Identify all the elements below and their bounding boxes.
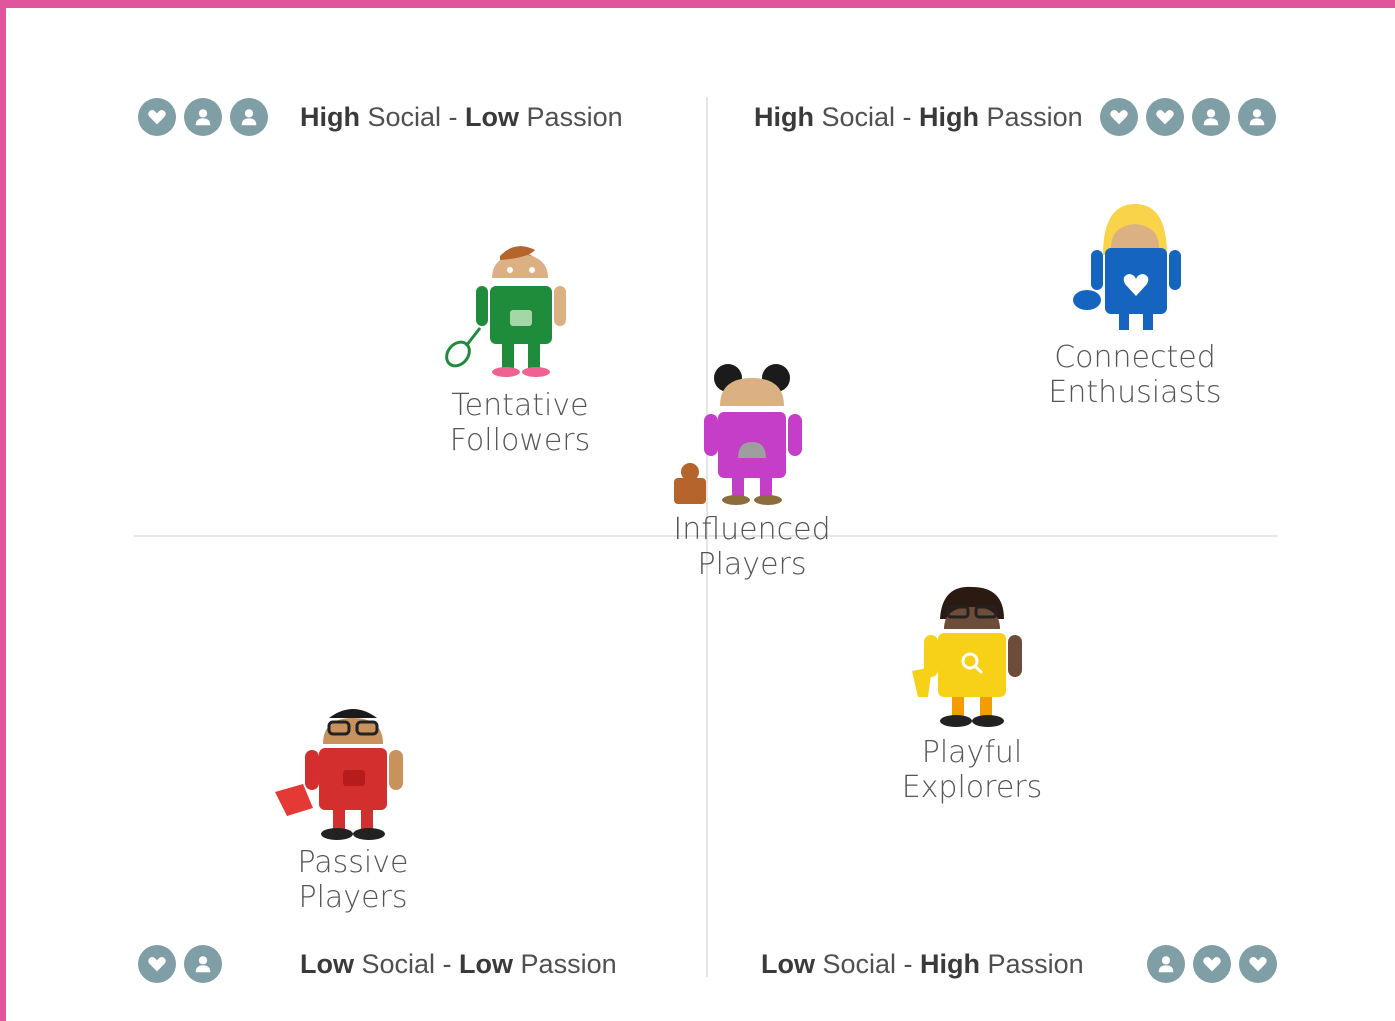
- android-figure-blue: [1073, 204, 1181, 330]
- heart-icon: [1146, 98, 1184, 136]
- frame-left-border: [0, 0, 6, 1021]
- persona-name: Connected Enthusiasts: [1048, 340, 1222, 410]
- quadrant-top-right-label: High Social - High Passion: [754, 102, 1083, 132]
- heart-icon: [138, 98, 176, 136]
- person-icon: [184, 945, 222, 983]
- persona-name: Passive Players: [297, 845, 409, 915]
- heart-icon: [1239, 945, 1277, 983]
- person-icon: [1192, 98, 1230, 136]
- persona-tentative-followers: Tentative Followers: [410, 238, 630, 458]
- persona-playful-explorers: Playful Explorers: [862, 585, 1082, 805]
- quadrant-bottom-right-icons: [1147, 945, 1277, 983]
- quadrant-top-right-icons: [1100, 98, 1276, 136]
- quadrant-bottom-left-icons: [138, 945, 222, 983]
- persona-name: Tentative Followers: [449, 388, 591, 458]
- persona-influenced-players: Influenced Players: [642, 362, 862, 582]
- android-figure-red: [275, 709, 403, 840]
- person-icon: [184, 98, 222, 136]
- frame-top-border: [0, 0, 1395, 8]
- quadrant-bottom-left-label: Low Social - Low Passion: [300, 949, 617, 979]
- quadrant-bottom-right-label: Low Social - High Passion: [761, 949, 1084, 979]
- person-icon: [1147, 945, 1185, 983]
- android-figure-green: [445, 246, 566, 377]
- person-icon: [1238, 98, 1276, 136]
- quadrant-top-left-icons: [138, 98, 268, 136]
- persona-connected-enthusiasts: Connected Enthusiasts: [1025, 200, 1245, 410]
- persona-name: Playful Explorers: [901, 735, 1043, 805]
- person-icon: [230, 98, 268, 136]
- heart-icon: [138, 945, 176, 983]
- persona-passive-players: Passive Players: [243, 700, 463, 915]
- heart-icon: [1100, 98, 1138, 136]
- android-figure-yellow: [912, 586, 1022, 727]
- android-figure-purple: [674, 364, 802, 505]
- persona-name: Influenced Players: [673, 512, 831, 582]
- quadrant-top-left-label: High Social - Low Passion: [300, 102, 623, 132]
- heart-icon: [1193, 945, 1231, 983]
